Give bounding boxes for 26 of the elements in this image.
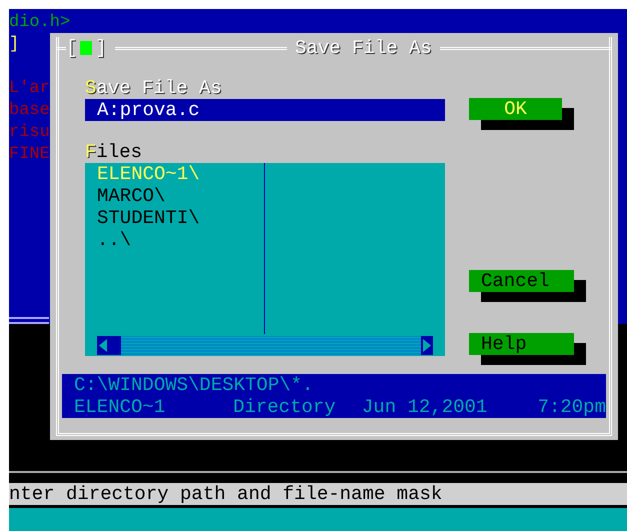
status-bar: nter directory path and file-name mask (9, 483, 627, 505)
code-line: dio.h> (9, 12, 70, 34)
left-arrow-icon[interactable] (97, 336, 109, 355)
code-line: FINE (9, 144, 50, 166)
code-line: ] (9, 34, 20, 56)
window-border (9, 317, 49, 324)
code-line: L'ar (9, 78, 50, 100)
list-item[interactable]: MARCO\ (97, 185, 264, 207)
file-date: Jun 12,2001 (362, 396, 488, 418)
right-arrow-icon[interactable] (421, 336, 433, 355)
list-item[interactable]: ..\ (97, 229, 264, 251)
path-text: C:\WINDOWS\DESKTOP\*. (74, 374, 314, 396)
file-type: Directory (233, 396, 337, 418)
code-line: risu (9, 122, 50, 144)
file-time: 7:20pm (538, 396, 606, 418)
dialog-button[interactable]: Help (469, 333, 574, 355)
dialog-button[interactable]: OK (469, 98, 562, 120)
dialog-title: Save File As (295, 37, 432, 59)
dialog-button[interactable]: Cancel (469, 270, 574, 292)
filename-field[interactable]: A:prova.c (85, 99, 445, 121)
field-label: Save File As (85, 77, 223, 99)
code-line: base (9, 100, 50, 122)
list-label: Files (85, 141, 144, 163)
scroll-thumb[interactable] (109, 336, 121, 355)
file-name: ELENCO~1 (74, 396, 166, 418)
list-item[interactable]: STUDENTI\ (97, 207, 264, 229)
